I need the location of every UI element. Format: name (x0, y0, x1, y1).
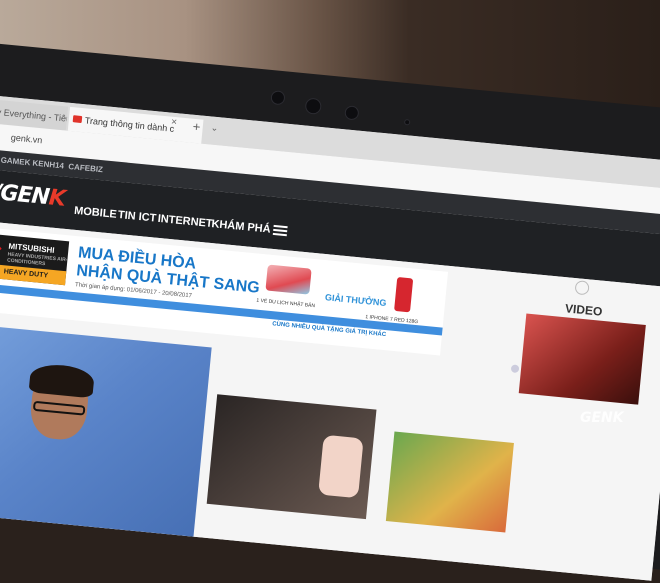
sister-link-gamek[interactable]: GAMEK (0, 155, 31, 167)
tab-genk-label: Trang thông tin dành c (84, 115, 175, 134)
genk-logo[interactable]: /GENK (0, 180, 66, 212)
camera-sensor-icon (270, 90, 286, 106)
video-section-title[interactable]: VIDEO (564, 301, 603, 319)
video-thumbnail[interactable] (518, 313, 646, 405)
nav-internet[interactable]: INTERNET (157, 213, 213, 230)
ad-prize-1: 1 VÉ DU LỊCH NHẬT BẢN (256, 297, 316, 310)
logo-accent: K (47, 185, 67, 212)
search-icon[interactable] (574, 280, 590, 296)
sister-link-cafebiz[interactable]: CAFEBIZ (68, 162, 103, 174)
nav-mobile[interactable]: MOBILE (74, 205, 118, 221)
ad-travel-image (265, 264, 312, 295)
ad-prize-title: GIẢI THƯỞNG (324, 292, 387, 309)
story-thumbnail[interactable] (385, 431, 514, 533)
nav-kham-pha[interactable]: KHÁM PHÁ (211, 218, 271, 236)
genk-favicon-icon (72, 115, 83, 124)
url-field[interactable]: genk.vn (10, 132, 42, 145)
browser-window: My Everything - Tiêu Tr Trang thông tin … (0, 94, 660, 581)
laptop: My Everything - Tiêu Tr Trang thông tin … (0, 40, 660, 581)
nav-tin-ict[interactable]: TIN ICT (117, 209, 156, 225)
avatar (510, 364, 520, 374)
new-tab-button[interactable]: + (192, 119, 201, 135)
camera-led-icon (403, 118, 411, 126)
mitsubishi-logo: ◆ MITSUBISHI HEAVY INDUSTRIES AIR-CONDIT… (0, 233, 70, 286)
camera-lens-icon (304, 97, 323, 115)
genk-watermark: GENK (580, 410, 624, 426)
sister-link-kenh14[interactable]: KENH14 (32, 159, 64, 171)
menu-icon[interactable] (272, 224, 288, 237)
tab-list-dropdown-icon[interactable]: ⌄ (210, 122, 218, 134)
camera-sensor-icon (344, 105, 360, 121)
lead-story-image[interactable] (0, 321, 212, 547)
close-tab-icon[interactable]: × (171, 117, 178, 129)
story-thumbnail-person (318, 434, 364, 499)
ad-phone-image (394, 277, 414, 313)
mitsubishi-diamond-icon: ◆ (0, 240, 3, 255)
logo-text: /GEN (0, 179, 51, 211)
person-hair (28, 362, 96, 399)
